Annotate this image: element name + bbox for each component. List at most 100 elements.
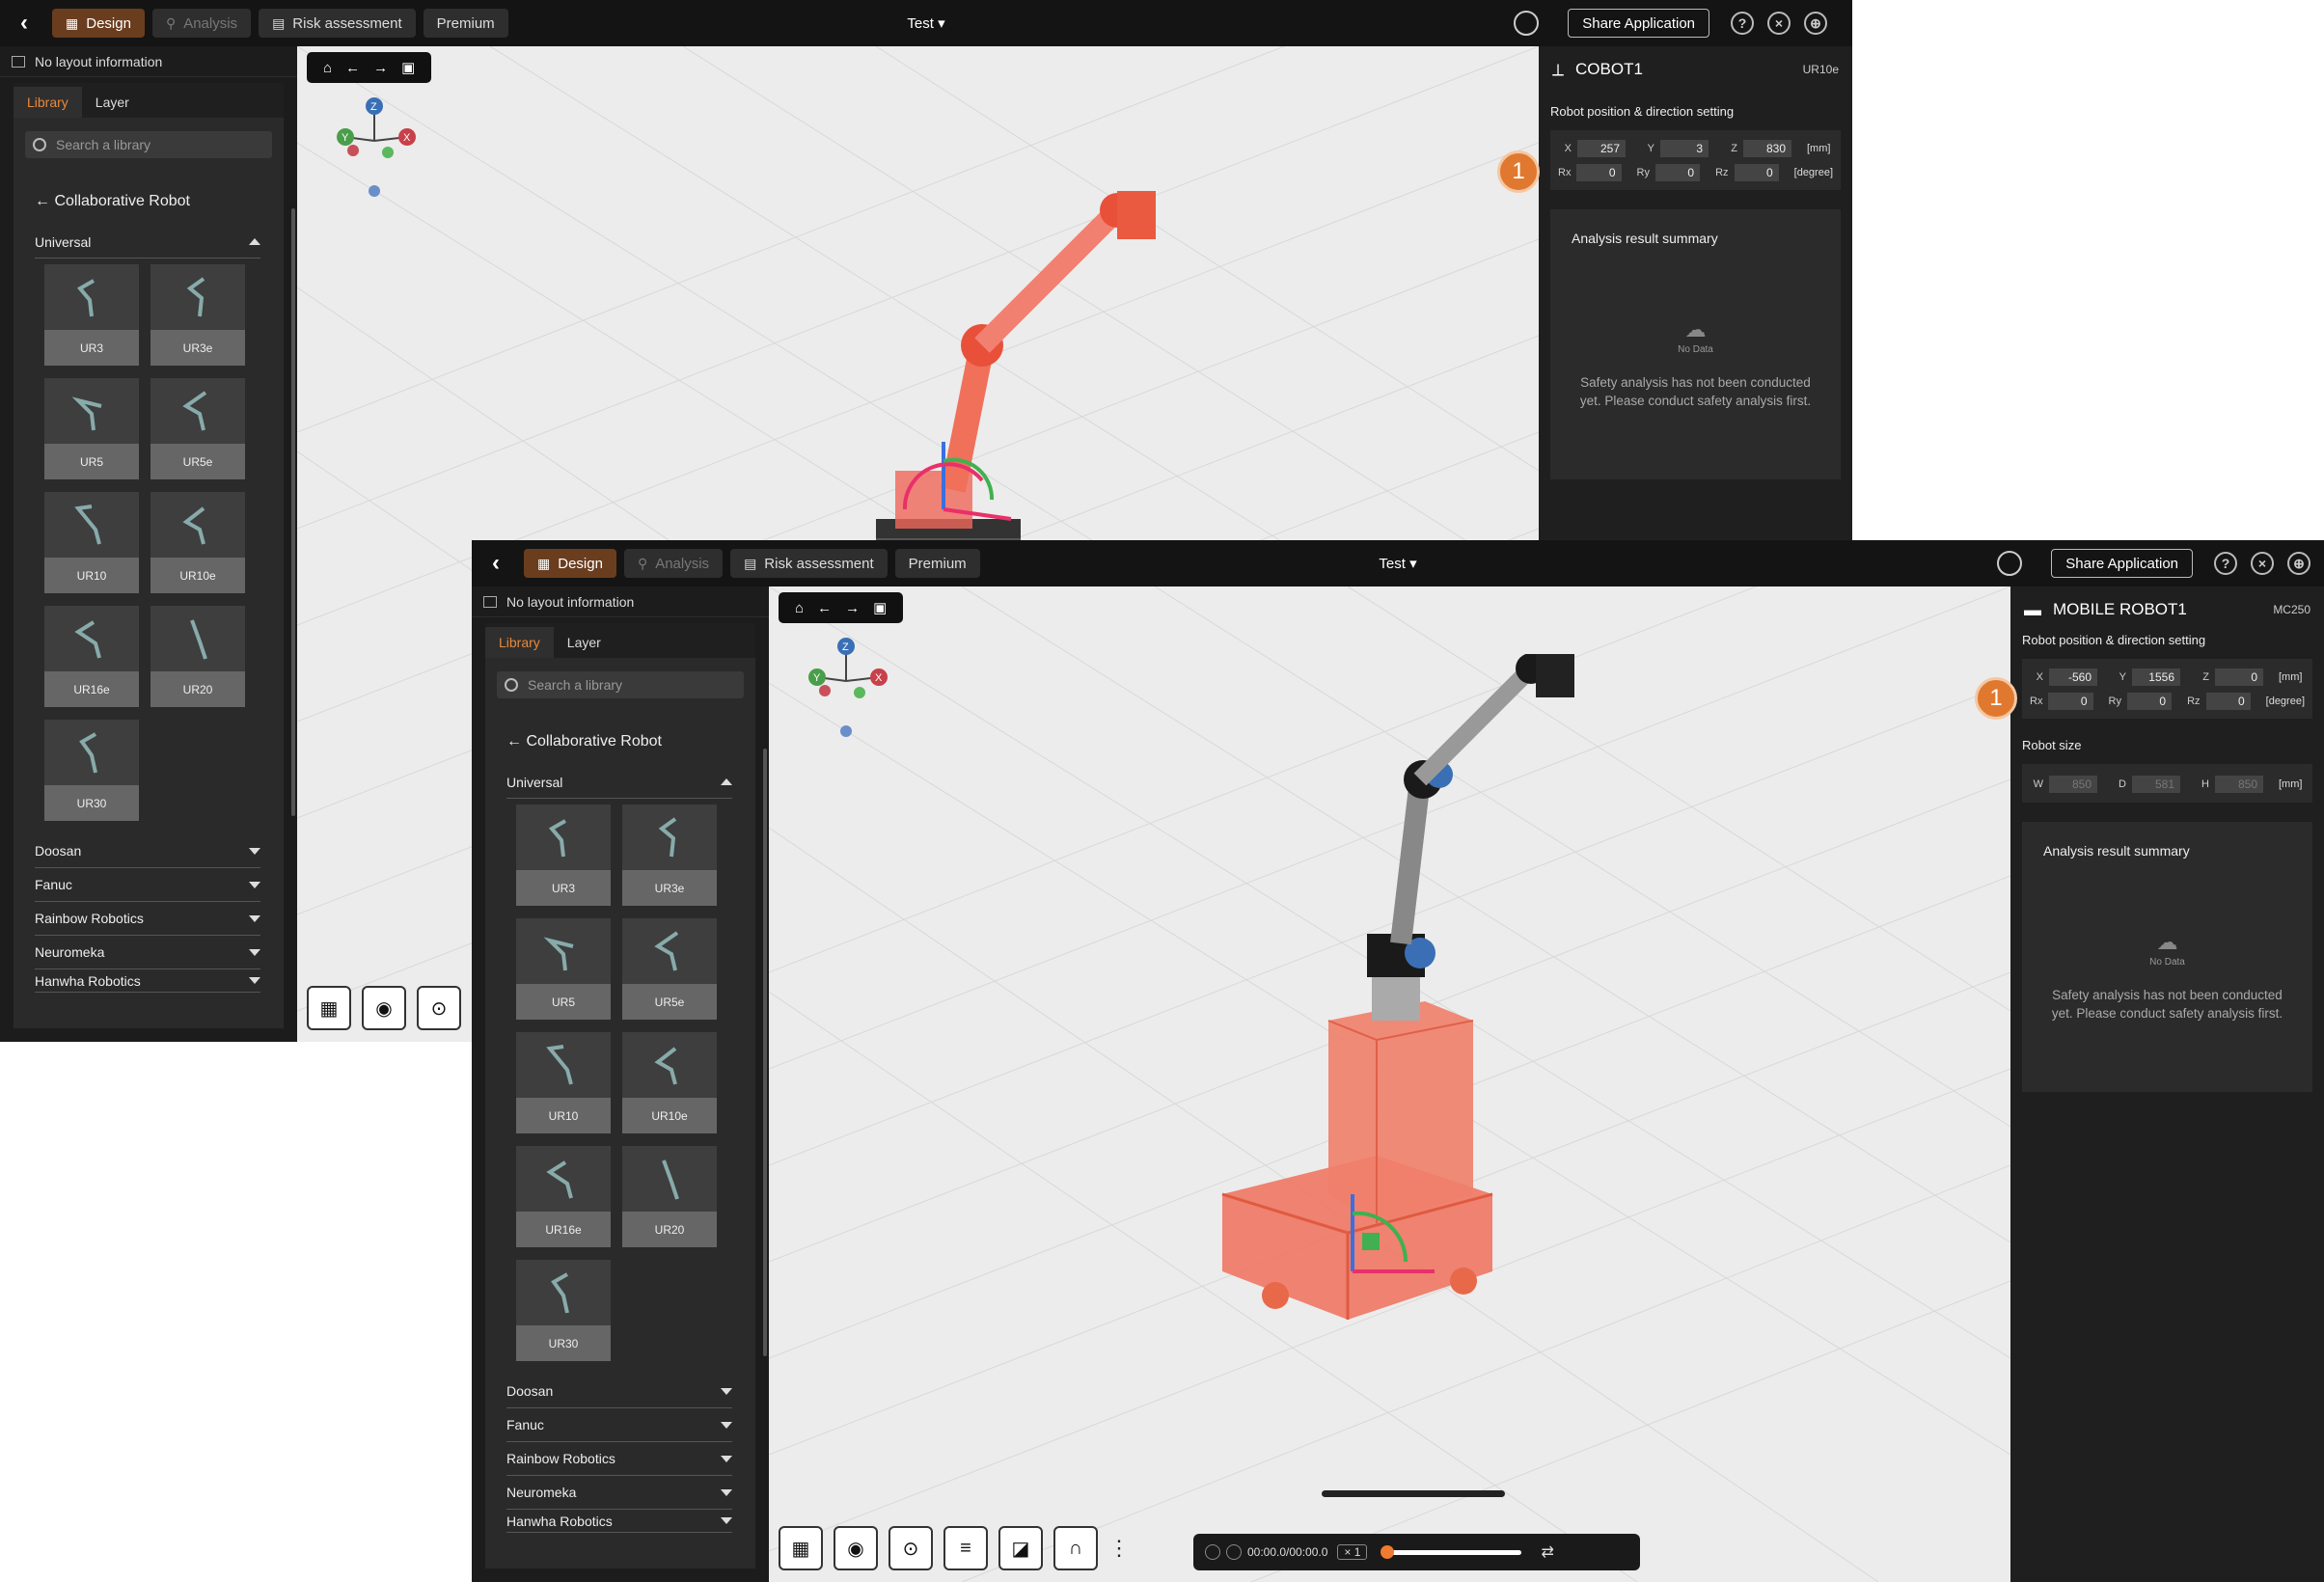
globe-icon[interactable]: ⊕: [2287, 552, 2310, 575]
close-circle-icon[interactable]: ×: [2251, 552, 2274, 575]
snap-icon[interactable]: ◪: [998, 1526, 1043, 1570]
home-icon[interactable]: ⌂: [323, 60, 332, 76]
stop-icon[interactable]: [1226, 1544, 1242, 1560]
y-field[interactable]: 3: [1660, 139, 1709, 157]
align-icon[interactable]: ≡: [943, 1526, 988, 1570]
share-application-button[interactable]: Share Application: [1568, 9, 1709, 38]
tab-premium[interactable]: Premium: [423, 9, 508, 38]
rx-field[interactable]: 0: [2048, 692, 2093, 710]
brand-doosan[interactable]: Doosan: [35, 834, 260, 868]
play-icon[interactable]: [1205, 1544, 1220, 1560]
save-icon[interactable]: ▣: [401, 59, 415, 76]
timeline-slider[interactable]: [1381, 1544, 1522, 1559]
tab-analysis[interactable]: ⚲ Analysis: [151, 9, 252, 38]
ry-field[interactable]: 0: [2127, 692, 2173, 710]
brand-universal[interactable]: Universal: [35, 226, 260, 259]
library-scrollbar[interactable]: [763, 749, 767, 1356]
robot-card[interactable]: UR3: [44, 264, 139, 366]
robot-card[interactable]: UR10: [516, 1032, 611, 1133]
robot-card[interactable]: UR20: [622, 1146, 717, 1247]
resize-handle[interactable]: [1322, 1490, 1505, 1497]
tab-risk-assessment[interactable]: ▤ Risk assessment: [259, 9, 416, 38]
rx-field[interactable]: 0: [1576, 163, 1622, 181]
tab-library[interactable]: Library: [485, 627, 554, 658]
magnet-icon[interactable]: ∩: [1053, 1526, 1098, 1570]
axis-gizmo[interactable]: Z X Y: [798, 635, 914, 750]
robot-card[interactable]: UR5: [516, 918, 611, 1020]
x-field[interactable]: -560: [2049, 668, 2097, 686]
globe-icon[interactable]: ⊕: [1804, 12, 1827, 35]
tab-risk-assessment[interactable]: ▤ Risk assessment: [730, 549, 888, 578]
brand-fanuc[interactable]: Fanuc: [506, 1408, 732, 1442]
brand-rainbow-robotics[interactable]: Rainbow Robotics: [35, 902, 260, 936]
library-search-input[interactable]: Search a library: [25, 131, 272, 158]
brand-hanwha-robotics[interactable]: Hanwha Robotics: [506, 1510, 732, 1533]
chat-icon[interactable]: [1997, 551, 2023, 576]
eye-icon[interactable]: ◉: [362, 986, 406, 1030]
library-scrollbar[interactable]: [291, 208, 295, 816]
robot-card[interactable]: UR5e: [622, 918, 717, 1020]
axis-gizmo[interactable]: Z X Y: [326, 95, 442, 210]
robot-card[interactable]: UR3e: [622, 805, 717, 906]
eye-icon[interactable]: ◉: [834, 1526, 878, 1570]
back-logo-icon[interactable]: ‹: [481, 549, 510, 578]
brand-neuromeka[interactable]: Neuromeka: [506, 1476, 732, 1510]
back-logo-icon[interactable]: ‹: [10, 9, 39, 38]
robot-card[interactable]: UR5e: [150, 378, 245, 479]
undo-icon[interactable]: ←: [345, 60, 360, 76]
close-circle-icon[interactable]: ×: [1767, 12, 1791, 35]
brand-neuromeka[interactable]: Neuromeka: [35, 936, 260, 969]
y-field[interactable]: 1556: [2132, 668, 2180, 686]
brand-rainbow-robotics[interactable]: Rainbow Robotics: [506, 1442, 732, 1476]
home-icon[interactable]: ⌂: [795, 600, 804, 616]
grid-toggle-icon[interactable]: ▦: [307, 986, 351, 1030]
save-icon[interactable]: ▣: [873, 599, 887, 616]
robot-card[interactable]: UR16e: [516, 1146, 611, 1247]
ry-field[interactable]: 0: [1655, 163, 1701, 181]
robot-card[interactable]: UR10e: [622, 1032, 717, 1133]
robot-card[interactable]: UR10e: [150, 492, 245, 593]
chat-icon[interactable]: [1514, 11, 1540, 36]
brand-doosan[interactable]: Doosan: [506, 1375, 732, 1408]
tab-layer[interactable]: Layer: [554, 627, 615, 658]
loop-icon[interactable]: ⇄: [1541, 1542, 1553, 1562]
z-field[interactable]: 830: [1743, 139, 1791, 157]
brand-hanwha-robotics[interactable]: Hanwha Robotics: [35, 969, 260, 993]
timeline-knob[interactable]: [1381, 1544, 1395, 1559]
rz-field[interactable]: 0: [2205, 692, 2251, 710]
robot-card[interactable]: UR20: [150, 606, 245, 707]
brand-fanuc[interactable]: Fanuc: [35, 868, 260, 902]
rz-field[interactable]: 0: [1734, 163, 1779, 181]
breadcrumb[interactable]: ← Collaborative Robot: [35, 193, 284, 210]
z-field[interactable]: 0: [2215, 668, 2263, 686]
help-icon[interactable]: ?: [1731, 12, 1754, 35]
redo-icon[interactable]: →: [373, 60, 388, 76]
robot-card[interactable]: UR30: [44, 720, 139, 821]
rotate-view-icon[interactable]: ⊙: [417, 986, 461, 1030]
tab-library[interactable]: Library: [14, 87, 82, 118]
tab-design[interactable]: ▦ Design: [524, 549, 616, 578]
undo-icon[interactable]: ←: [817, 600, 832, 616]
x-field[interactable]: 257: [1577, 139, 1626, 157]
3d-viewport[interactable]: ⌂ ← → ▣ Z X Y: [769, 586, 2010, 1582]
breadcrumb[interactable]: ← Collaborative Robot: [506, 733, 755, 750]
more-icon[interactable]: ⋮: [1108, 1526, 1130, 1570]
tab-premium[interactable]: Premium: [894, 549, 980, 578]
help-icon[interactable]: ?: [2214, 552, 2237, 575]
speed-selector[interactable]: × 1: [1337, 1544, 1368, 1560]
redo-icon[interactable]: →: [845, 600, 860, 616]
mobile-robot-model[interactable]: [1193, 654, 1637, 1329]
robot-card[interactable]: UR3: [516, 805, 611, 906]
robot-card[interactable]: UR30: [516, 1260, 611, 1361]
library-search-input[interactable]: Search a library: [497, 671, 744, 698]
robot-card[interactable]: UR3e: [150, 264, 245, 366]
robot-card[interactable]: UR5: [44, 378, 139, 479]
share-application-button[interactable]: Share Application: [2051, 549, 2193, 578]
robot-card[interactable]: UR16e: [44, 606, 139, 707]
grid-toggle-icon[interactable]: ▦: [779, 1526, 823, 1570]
tab-design[interactable]: ▦ Design: [52, 9, 145, 38]
brand-universal[interactable]: Universal: [506, 766, 732, 799]
tab-analysis[interactable]: ⚲ Analysis: [623, 549, 724, 578]
tab-layer[interactable]: Layer: [82, 87, 143, 118]
rotate-view-icon[interactable]: ⊙: [889, 1526, 933, 1570]
